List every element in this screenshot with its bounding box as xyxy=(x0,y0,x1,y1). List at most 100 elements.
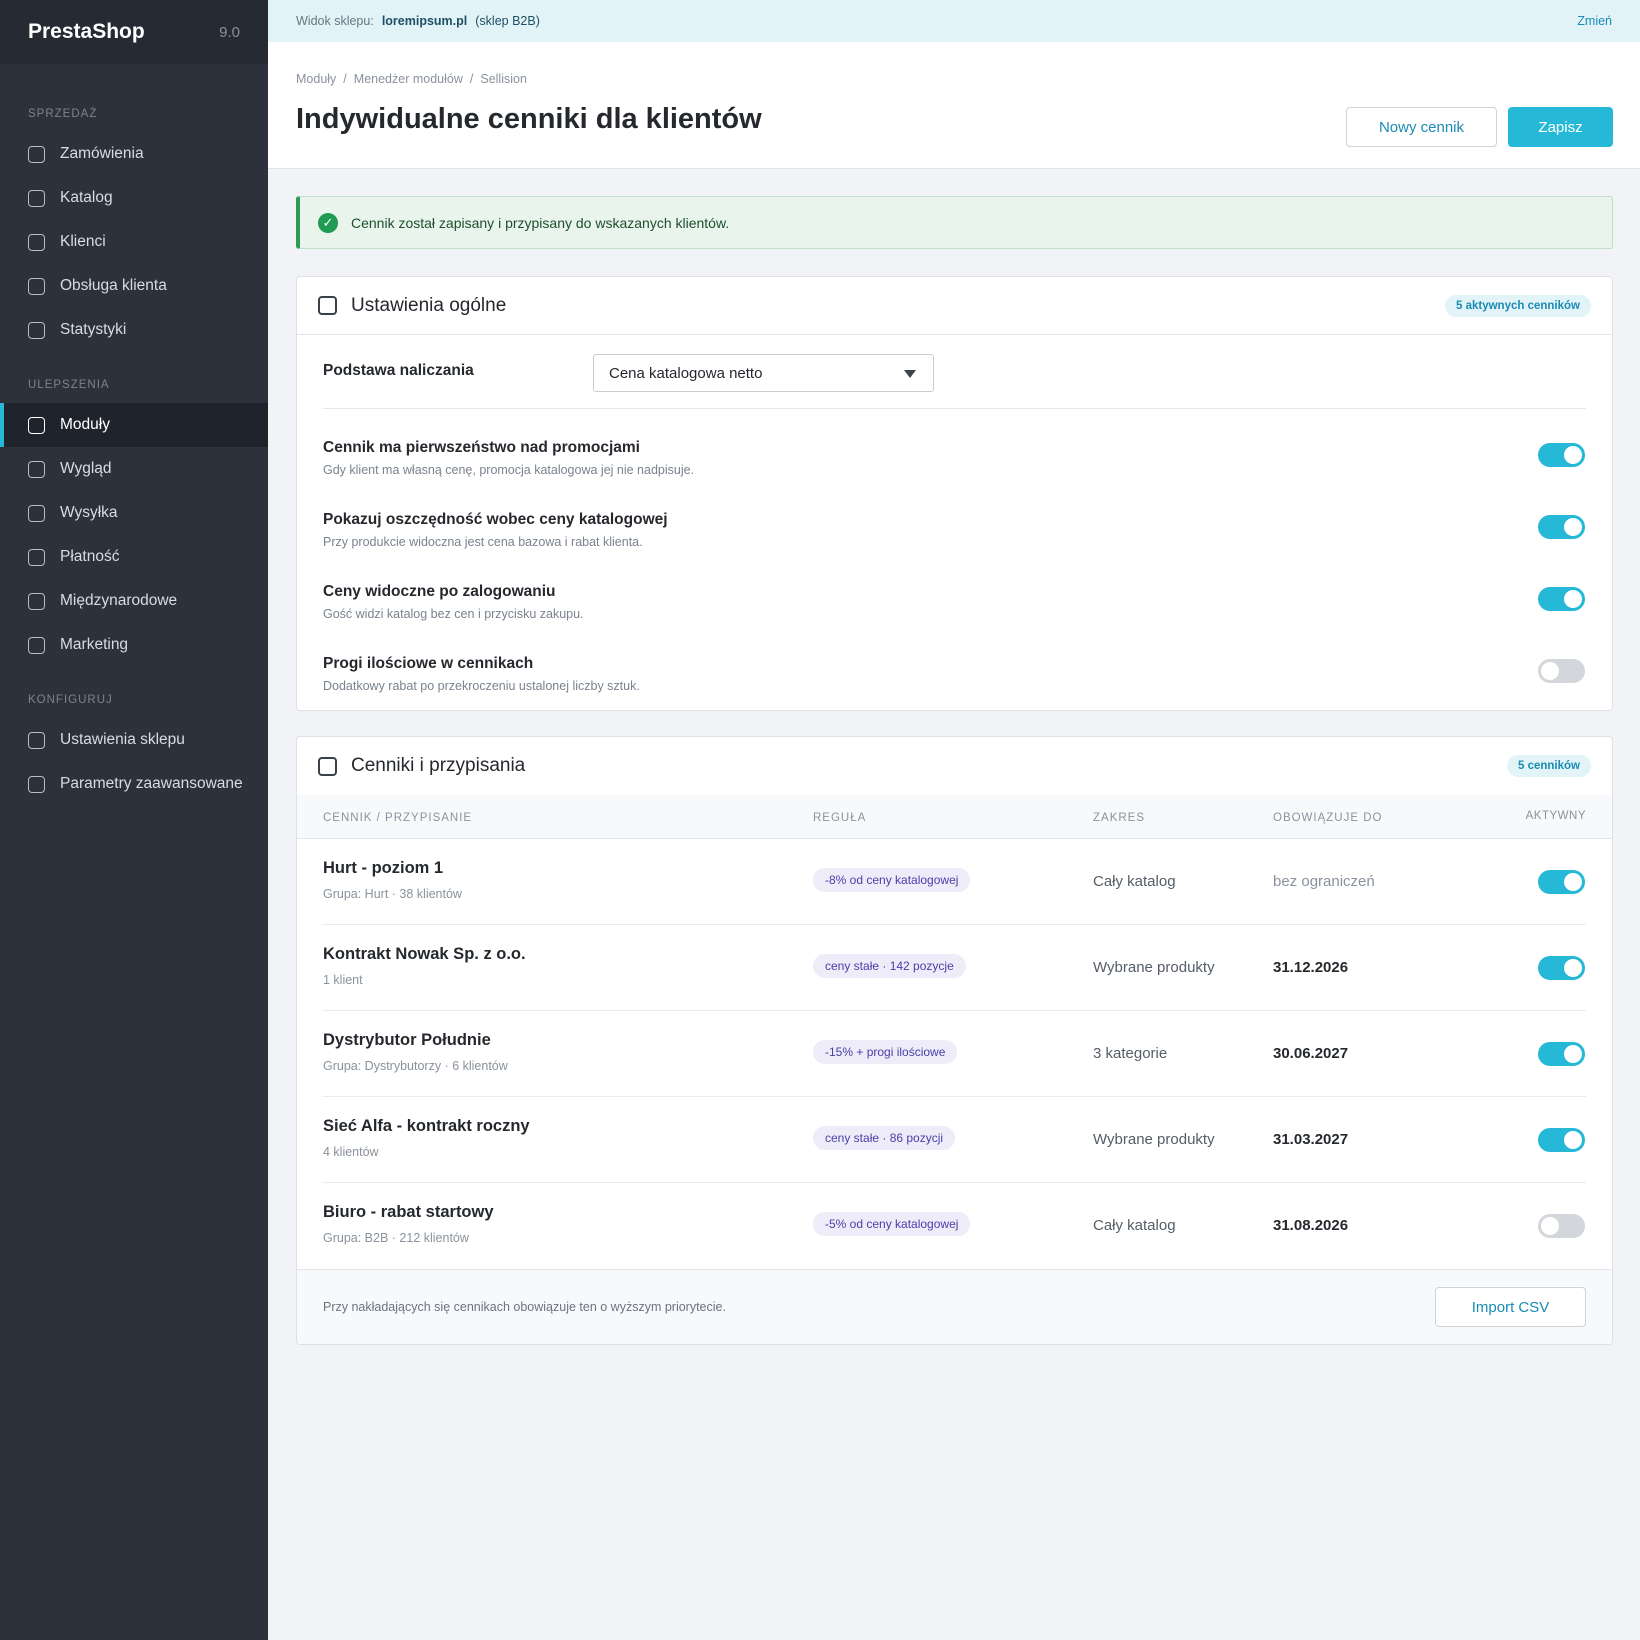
table-row[interactable]: Hurt - poziom 1 Grupa: Hurt · 38 klientó… xyxy=(323,839,1586,925)
setting-desc: Gość widzi katalog bez cen i przycisku z… xyxy=(323,607,584,621)
rule-badge: ceny stałe · 86 pozycji xyxy=(813,1126,956,1150)
general-settings-card: Ustawienia ogólne 5 aktywnych cenników P… xyxy=(296,276,1613,711)
import-csv-button[interactable]: Import CSV xyxy=(1435,1287,1586,1327)
sidebar-item-design[interactable]: Wygląd xyxy=(0,447,268,491)
col-valid: OBOWIĄZUJE DO xyxy=(1273,812,1383,824)
nav-section-configure: KONFIGURUJ xyxy=(28,694,113,706)
card-header: Ustawienia ogólne 5 aktywnych cenników xyxy=(297,277,1612,335)
rule-badge: -8% od ceny katalogowej xyxy=(813,868,971,892)
pricelist-name: Sieć Alfa - kontrakt roczny xyxy=(323,1117,530,1135)
advanced-icon xyxy=(28,775,45,793)
nav-section-sales: SPRZEDAŻ xyxy=(28,108,98,120)
table-row[interactable]: Kontrakt Nowak Sp. z o.o. 1 klient ceny … xyxy=(323,925,1586,1011)
sidebar-item-label: Klienci xyxy=(60,233,106,250)
scope-cell: 3 kategorie xyxy=(1093,1045,1168,1062)
active-toggle[interactable] xyxy=(1538,870,1585,894)
pricelist-assignment: Grupa: B2B · 212 klientów xyxy=(323,1231,469,1245)
shop-context-bar: Widok sklepu: loremipsum.pl (sklep B2B) Zm… xyxy=(268,0,1640,42)
sidebar-item-orders[interactable]: Zamówienia xyxy=(0,132,268,176)
breadcrumb-item[interactable]: Menedżer modułów xyxy=(354,72,463,86)
setting-desc: Dodatkowy rabat po przekroczeniu ustalon… xyxy=(323,679,640,693)
active-toggle[interactable] xyxy=(1538,1042,1585,1066)
shop-view-label: Widok sklepu: xyxy=(296,14,374,28)
pricelist-assignment: Grupa: Dystrybutorzy · 6 klientów xyxy=(323,1059,508,1073)
scope-cell: Cały katalog xyxy=(1093,873,1176,890)
sidebar-item-modules[interactable]: Moduły xyxy=(0,403,268,447)
chevron-down-icon xyxy=(904,370,916,378)
sidebar-item-label: Parametry zaawansowane xyxy=(60,775,243,792)
valid-until-cell: 30.06.2027 xyxy=(1273,1045,1349,1062)
success-alert: ✓ Cennik został zapisany i przypisany do… xyxy=(296,196,1613,249)
sidebar-item-catalog[interactable]: Katalog xyxy=(0,176,268,220)
col-active: AKTYWNY xyxy=(1525,810,1586,822)
breadcrumb: Moduły / Menedżer modułów / Sellision xyxy=(296,72,527,86)
active-toggle[interactable] xyxy=(1538,1128,1585,1152)
sidebar-item-payment[interactable]: Płatność xyxy=(0,535,268,579)
priority-over-promotions-toggle[interactable] xyxy=(1538,443,1585,467)
sidebar-item-label: Obsługa klienta xyxy=(60,277,167,294)
setting-row: Cennik ma pierwszeństwo nad promocjami G… xyxy=(323,409,1586,481)
card-title: Cenniki i przypisania xyxy=(351,755,526,776)
priority-note: Przy nakładających się cennikach obowiąz… xyxy=(323,1300,726,1314)
breadcrumb-item[interactable]: Moduły xyxy=(296,72,336,86)
international-icon xyxy=(28,592,45,610)
sidebar-item-label: Ustawienia sklepu xyxy=(60,731,185,748)
shipping-icon xyxy=(28,504,45,522)
breadcrumb-item: Sellision xyxy=(480,72,527,86)
prices-after-login-toggle[interactable] xyxy=(1538,587,1585,611)
table-row[interactable]: Dystrybutor Południe Grupa: Dystrybutorz… xyxy=(323,1011,1586,1097)
pricelist-name: Dystrybutor Południe xyxy=(323,1031,491,1049)
brand-version: 9.0 xyxy=(219,23,240,41)
sidebar-item-label: Zamówienia xyxy=(60,145,144,162)
scope-cell: Wybrane produkty xyxy=(1093,1131,1215,1148)
page-header: Moduły / Menedżer modułów / Sellision Indywi… xyxy=(268,42,1640,169)
sidebar-item-marketing[interactable]: Marketing xyxy=(0,623,268,667)
sidebar-item-label: Wysyłka xyxy=(60,504,118,521)
sidebar-item-stats[interactable]: Statystyki xyxy=(0,308,268,352)
basis-select[interactable]: Cena katalogowa netto xyxy=(593,354,934,392)
stats-icon xyxy=(28,321,45,339)
sidebar-item-shipping[interactable]: Wysyłka xyxy=(0,491,268,535)
sidebar-item-customer-service[interactable]: Obsługa klienta xyxy=(0,264,268,308)
sidebar-item-label: Statystyki xyxy=(60,321,127,338)
sidebar-item-label: Międzynarodowe xyxy=(60,592,178,609)
nav-section-improve: ULEPSZENIA xyxy=(28,379,110,391)
sidebar-item-label: Katalog xyxy=(60,189,113,206)
active-toggle[interactable] xyxy=(1538,956,1585,980)
sidebar-item-customers[interactable]: Klienci xyxy=(0,220,268,264)
col-rule: REGUŁA xyxy=(813,812,867,824)
active-toggle[interactable] xyxy=(1538,1214,1585,1238)
design-icon xyxy=(28,460,45,478)
main-area: Widok sklepu: loremipsum.pl (sklep B2B) Zm… xyxy=(268,0,1640,1640)
setting-title: Cennik ma pierwszeństwo nad promocjami xyxy=(323,439,640,456)
rule-badge: ceny stałe · 142 pozycje xyxy=(813,954,966,978)
sidebar-item-advanced[interactable]: Parametry zaawansowane xyxy=(0,762,268,806)
quantity-thresholds-toggle[interactable] xyxy=(1538,659,1585,683)
change-shop-link[interactable]: Zmień xyxy=(1577,14,1612,28)
payment-icon xyxy=(28,548,45,566)
pricelists-card: Cenniki i przypisania 5 cenników CENNIK … xyxy=(296,736,1613,1345)
card-title: Ustawienia ogólne xyxy=(351,294,507,316)
brand-bar: PrestaShop 9.0 xyxy=(0,0,268,64)
settings-icon xyxy=(318,296,337,315)
show-savings-toggle[interactable] xyxy=(1538,515,1585,539)
brand-logo[interactable]: PrestaShop xyxy=(28,20,145,44)
card-header: Cenniki i przypisania 5 cenników xyxy=(297,737,1612,795)
new-pricelist-button[interactable]: Nowy cennik xyxy=(1346,107,1497,147)
shop-type: (sklep B2B) xyxy=(475,14,540,28)
table-row[interactable]: Biuro - rabat startowy Grupa: B2B · 212 … xyxy=(323,1183,1586,1269)
setting-title: Progi ilościowe w cennikach xyxy=(323,655,534,672)
active-pricelists-badge: 5 aktywnych cenników xyxy=(1445,294,1591,317)
save-button[interactable]: Zapisz xyxy=(1508,107,1613,147)
pricelists-count-badge: 5 cenników xyxy=(1507,755,1591,777)
rule-badge: -5% od ceny katalogowej xyxy=(813,1212,971,1236)
sidebar-item-shop-settings[interactable]: Ustawienia sklepu xyxy=(0,718,268,762)
catalog-icon xyxy=(28,189,45,207)
scope-cell: Wybrane produkty xyxy=(1093,959,1215,976)
sidebar-item-international[interactable]: Międzynarodowe xyxy=(0,579,268,623)
customers-icon xyxy=(28,233,45,251)
table-row[interactable]: Sieć Alfa - kontrakt roczny 4 klientów c… xyxy=(323,1097,1586,1183)
customer-service-icon xyxy=(28,277,45,295)
setting-desc: Gdy klient ma własną cenę, promocja kata… xyxy=(323,463,695,477)
sidebar: PrestaShop 9.0 SPRZEDAŻ Zamówienia Katal… xyxy=(0,0,268,1640)
